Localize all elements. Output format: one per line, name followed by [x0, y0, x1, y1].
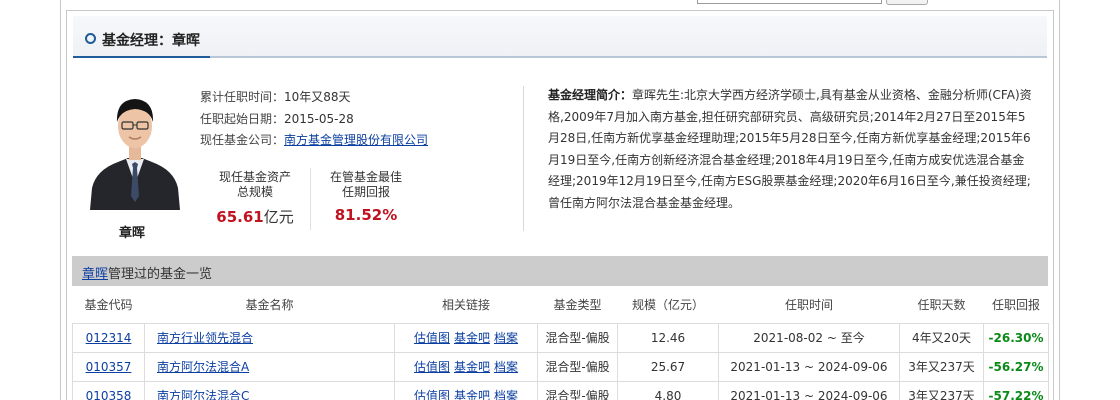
col-header-return[interactable]: 任职回报 — [984, 287, 1049, 323]
col-header-scale[interactable]: 规模（亿元） — [618, 287, 719, 323]
fund-links-cell: 估值图 基金吧 档案 — [394, 322, 538, 353]
fund-name-link[interactable]: 南方行业领先混合 — [157, 331, 253, 345]
fund-forum-link[interactable]: 基金吧 — [454, 331, 490, 345]
best-label-1: 在管基金最佳 — [329, 170, 402, 184]
fund-forum-link[interactable]: 基金吧 — [454, 360, 490, 374]
aum-label-2: 总规模 — [236, 185, 273, 199]
col-header-links: 相关链接 — [441, 298, 490, 313]
fund-type-cell: 混合型-偏股 — [537, 322, 618, 353]
company-label: 现任基金公司： — [200, 133, 285, 147]
fund-code-cell: 012314 — [72, 322, 145, 353]
col-header-code[interactable]: 基金代码 — [73, 287, 145, 323]
bio-text: 章晖先生:北京大学西方经济学硕士,具有基金从业资格、金融分析师(CFA)资格,2… — [548, 88, 1032, 210]
table-row: 010358 南方阿尔法混合C 估值图 基金吧 档案 混合型-偏股 4.80 202… — [72, 380, 1049, 400]
funds-section-header: 章晖管理过的基金一览 — [72, 256, 1048, 286]
manager-bio: 基金经理简介：章晖先生:北京大学西方经济学硕士,具有基金从业资格、金融分析师(C… — [548, 85, 1034, 215]
best-return-stat: 在管基金最佳 任期回报 81.52% — [316, 170, 416, 224]
search-input[interactable] — [697, 0, 882, 4]
fund-days-cell: 3年又237天 — [899, 380, 984, 400]
fund-name-cell: 南方阿尔法混合C — [144, 380, 395, 400]
tenure-value: 10年又88天 — [284, 90, 351, 104]
fund-name-link[interactable]: 南方阿尔法混合C — [157, 389, 249, 400]
section-title: 基金经理：章晖 — [102, 33, 200, 49]
fund-code-link[interactable]: 012314 — [86, 331, 132, 345]
funds-title-suffix: 管理过的基金一览 — [108, 267, 213, 282]
fund-archive-link[interactable]: 档案 — [494, 331, 518, 345]
start-date-label: 任职起始日期： — [200, 112, 285, 126]
start-date-value: 2015-05-28 — [284, 112, 354, 126]
best-return-value: 81.52% — [334, 206, 398, 224]
fund-type-cell: 混合型-偏股 — [537, 380, 618, 400]
aum-unit: 亿元 — [263, 208, 294, 226]
valuation-chart-link[interactable]: 估值图 — [414, 360, 450, 374]
fund-name-link[interactable]: 南方阿尔法混合A — [157, 360, 249, 374]
fund-period-cell: 2021-01-13 ~ 2024-09-06 — [718, 380, 900, 400]
fund-scale-cell: 4.80 — [617, 380, 719, 400]
best-label-2: 任期回报 — [341, 185, 390, 199]
company-link[interactable]: 南方基金管理股份有限公司 — [284, 133, 428, 147]
fund-scale-cell: 25.67 — [617, 351, 719, 382]
fund-scale-cell: 12.46 — [617, 322, 719, 353]
vertical-divider — [523, 86, 524, 231]
fund-period-cell: 2021-08-02 ~ 至今 — [718, 322, 900, 353]
fund-code-cell: 010357 — [72, 351, 145, 382]
stat-divider — [310, 168, 311, 230]
fund-code-cell: 010358 — [72, 380, 145, 400]
fund-period-cell: 2021-01-13 ~ 2024-09-06 — [718, 351, 900, 382]
fund-name-cell: 南方行业领先混合 — [144, 322, 395, 353]
fund-name-cell: 南方阿尔法混合A — [144, 351, 395, 382]
fund-code-link[interactable]: 010358 — [86, 389, 132, 400]
manager-name-link[interactable]: 章晖 — [82, 267, 108, 282]
fund-archive-link[interactable]: 档案 — [494, 389, 518, 400]
section-header: 基金经理：章晖 — [73, 16, 1047, 58]
col-header-type[interactable]: 基金类型 — [538, 287, 618, 323]
tenure-label: 累计任职时间： — [200, 90, 285, 104]
search-button[interactable] — [886, 0, 928, 5]
company-line: 现任基金公司：南方基金管理股份有限公司 — [200, 131, 428, 148]
fund-return-cell: -57.22% — [983, 380, 1049, 400]
valuation-chart-link[interactable]: 估值图 — [414, 389, 450, 400]
manager-name: 章晖 — [118, 226, 145, 241]
table-row: 010357 南方阿尔法混合A 估值图 基金吧 档案 混合型-偏股 25.67 20… — [72, 351, 1049, 382]
funds-table: 基金代码 基金名称 相关链接 基金类型 规模（亿元） 任职时间 任职天数 任职回… — [72, 287, 1049, 400]
col-header-name[interactable]: 基金名称 — [145, 287, 395, 323]
fund-code-link[interactable]: 010357 — [86, 360, 132, 374]
table-header-row: 基金代码 基金名称 相关链接 基金类型 规模（亿元） 任职时间 任职天数 任职回… — [73, 287, 1049, 323]
aum-stat: 现任基金资产 总规模 65.61亿元 — [205, 170, 305, 227]
col-header-days[interactable]: 任职天数 — [900, 287, 984, 323]
valuation-chart-link[interactable]: 估值图 — [414, 331, 450, 345]
header-accent-line — [73, 56, 210, 58]
table-row: 012314 南方行业领先混合 估值图 基金吧 档案 混合型-偏股 12.46 20… — [72, 322, 1049, 353]
fund-forum-link[interactable]: 基金吧 — [454, 389, 490, 400]
start-date-line: 任职起始日期：2015-05-28 — [200, 110, 354, 127]
fund-archive-link[interactable]: 档案 — [494, 360, 518, 374]
aum-value-line: 65.61亿元 — [205, 206, 305, 227]
aum-value: 65.61 — [216, 208, 264, 226]
circle-bullet-icon — [85, 33, 96, 44]
manager-photo — [88, 88, 182, 210]
fund-days-cell: 4年又20天 — [899, 322, 984, 353]
tenure-line: 累计任职时间：10年又88天 — [200, 88, 351, 105]
aum-label-1: 现任基金资产 — [218, 170, 291, 184]
fund-links-cell: 估值图 基金吧 档案 — [394, 351, 538, 382]
fund-type-cell: 混合型-偏股 — [537, 351, 618, 382]
fund-return-cell: -56.27% — [983, 351, 1049, 382]
bio-label: 基金经理简介： — [548, 88, 633, 102]
fund-links-cell: 估值图 基金吧 档案 — [394, 380, 538, 400]
col-header-period[interactable]: 任职时间 — [719, 287, 900, 323]
fund-return-cell: -26.30% — [983, 322, 1049, 353]
funds-title: 章晖管理过的基金一览 — [82, 263, 212, 282]
fund-days-cell: 3年又237天 — [899, 351, 984, 382]
